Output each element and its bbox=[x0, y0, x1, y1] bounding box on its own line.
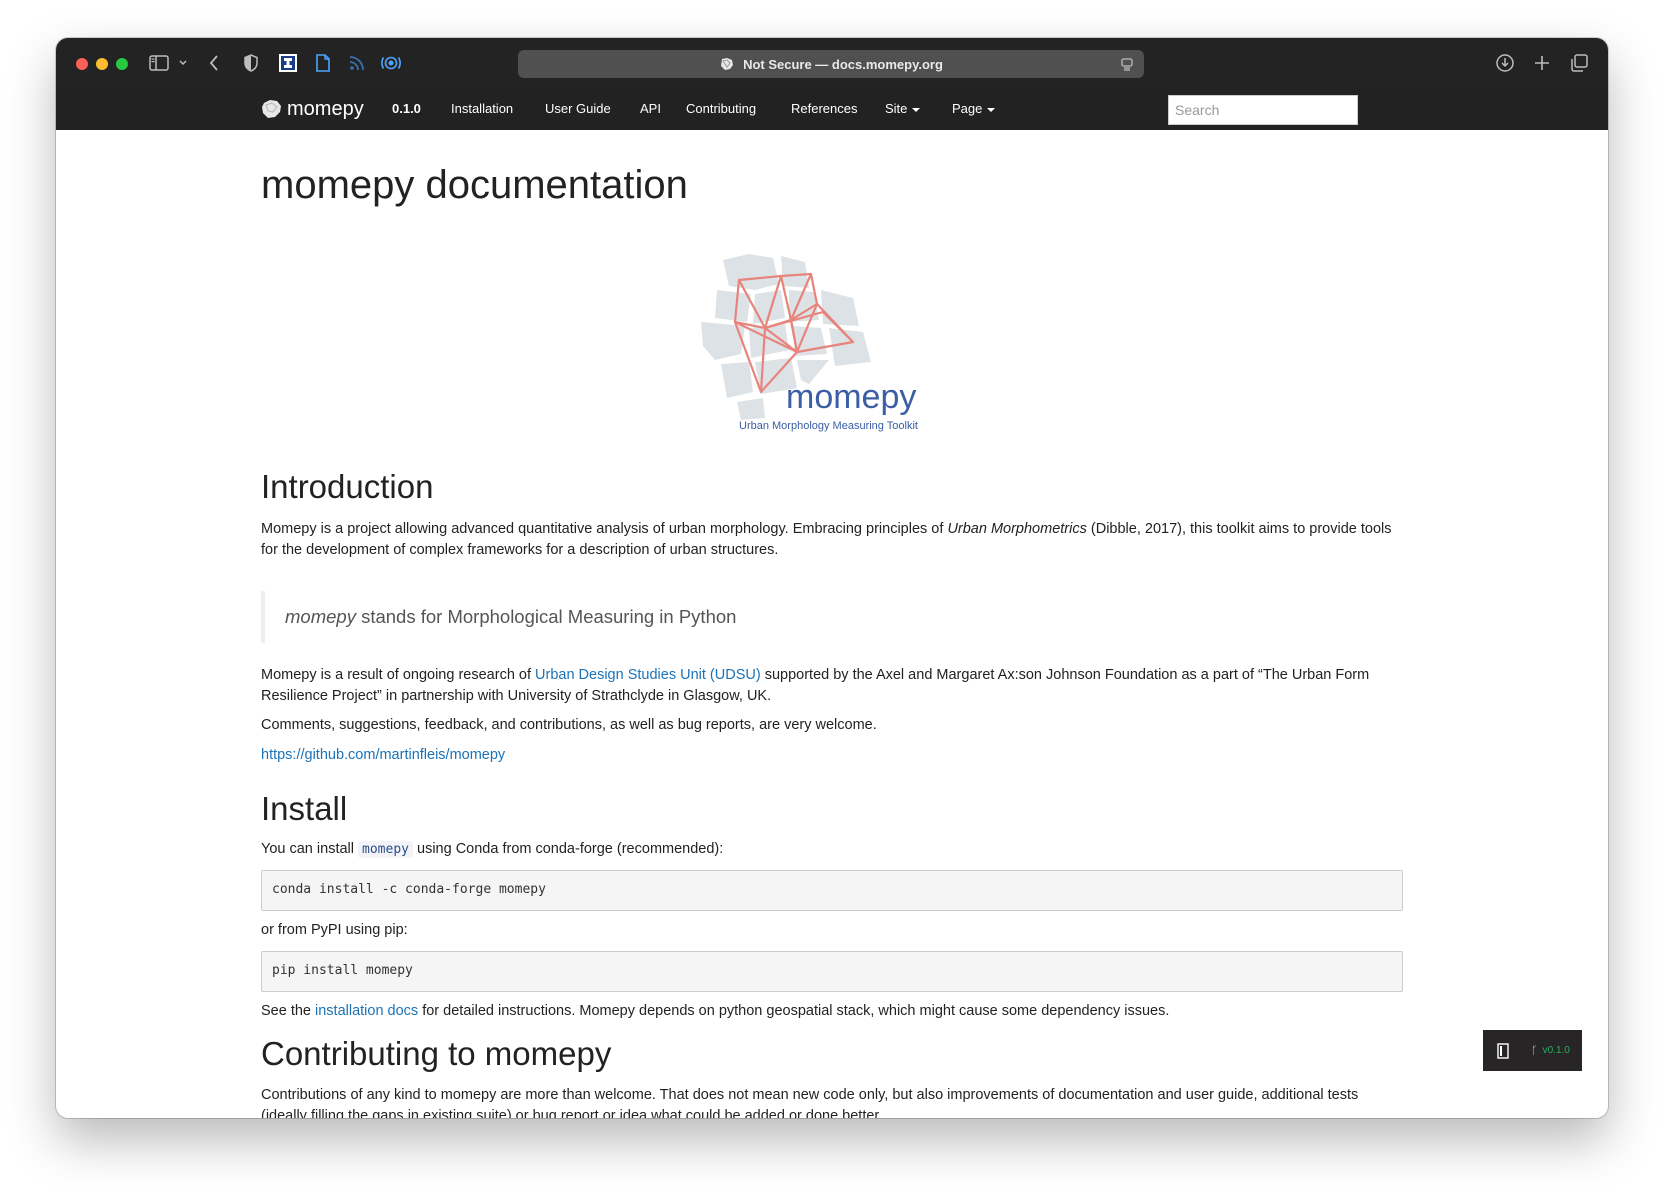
rtd-version-label: v0.1.0 bbox=[1542, 1045, 1570, 1056]
momepy-logo: momepy Urban Morphology Measuring Toolki… bbox=[681, 242, 941, 442]
intro-p1-emphasis: Urban Morphometrics bbox=[947, 521, 1087, 537]
page-title: momepy documentation bbox=[261, 163, 688, 207]
github-repo-link[interactable]: https://github.com/martinfleis/momepy bbox=[261, 747, 505, 763]
document-icon[interactable] bbox=[314, 51, 332, 75]
address-bar[interactable]: Not Secure — docs.momepy.org bbox=[518, 50, 1144, 78]
contributing-heading: Contributing to momepy bbox=[261, 1035, 612, 1072]
search-input[interactable] bbox=[1168, 95, 1358, 125]
intro-p2-text-a: Momepy is a result of ongoing research o… bbox=[261, 667, 536, 683]
pip-install-code[interactable]: pip install momepy bbox=[261, 951, 1403, 992]
sidebar-icon[interactable] bbox=[148, 51, 170, 75]
nav-item-page-label: Page bbox=[952, 101, 983, 116]
install-paragraph-3: See the installation docs for detailed i… bbox=[261, 1001, 1401, 1022]
zoom-window-button[interactable] bbox=[116, 58, 128, 70]
install-p3-text-a: See the bbox=[261, 1003, 316, 1019]
plus-icon[interactable] bbox=[1532, 51, 1552, 75]
back-icon[interactable] bbox=[206, 51, 222, 75]
tabs-icon[interactable] bbox=[1568, 51, 1590, 75]
download-icon[interactable] bbox=[1494, 51, 1516, 75]
logo-tagline: Urban Morphology Measuring Toolkit bbox=[739, 420, 918, 432]
contributing-paragraph: Contributions of any kind to momepy are … bbox=[261, 1087, 1359, 1118]
nav-item-api[interactable]: API bbox=[640, 101, 661, 116]
browser-window: Not Secure — docs.momepy.org momepy 0.1.… bbox=[56, 38, 1608, 1118]
nav-item-site[interactable]: Site bbox=[885, 101, 921, 116]
book-icon bbox=[1497, 1042, 1509, 1059]
logo-wordmark: momepy bbox=[786, 378, 917, 416]
install-p1-text-a: You can install bbox=[261, 841, 359, 857]
extension-icon[interactable] bbox=[278, 51, 298, 75]
installation-docs-link[interactable]: installation docs bbox=[315, 1003, 418, 1019]
install-paragraph-1: You can install momepy using Conda from … bbox=[261, 839, 1401, 860]
install-p1-text-b: using Conda from conda-forge (recommende… bbox=[412, 841, 724, 857]
momepy-logo-icon bbox=[261, 99, 283, 119]
version-label[interactable]: 0.1.0 bbox=[392, 101, 421, 116]
blockquote-emphasis: momepy bbox=[285, 606, 356, 627]
site-navbar: momepy 0.1.0 Installation User Guide API… bbox=[56, 88, 1608, 130]
brand-text: momepy bbox=[287, 97, 364, 120]
intro-paragraph-3: Comments, suggestions, feedback, and con… bbox=[261, 717, 877, 733]
intro-blockquote: momepy stands for Morphological Measurin… bbox=[261, 591, 1401, 643]
branch-icon: ᚴ bbox=[1531, 1044, 1538, 1057]
caret-down-icon bbox=[912, 107, 921, 112]
inline-code-momepy: momepy bbox=[358, 841, 413, 858]
main-content: momepy documentation momepy Urban Morpho… bbox=[261, 130, 1403, 1118]
blockquote-text: stands for Morphological Measuring in Py… bbox=[355, 606, 737, 627]
chevron-down-icon[interactable] bbox=[176, 51, 190, 75]
broadcast-icon[interactable] bbox=[380, 51, 402, 75]
nav-item-contributing[interactable]: Contributing bbox=[686, 101, 756, 116]
intro-paragraph-1: Momepy is a project allowing advanced qu… bbox=[261, 519, 1401, 561]
reader-icon[interactable] bbox=[1120, 57, 1134, 74]
nav-item-user-guide[interactable]: User Guide bbox=[545, 101, 611, 116]
udsu-link[interactable]: Urban Design Studies Unit (UDSU) bbox=[535, 667, 761, 683]
nav-item-installation[interactable]: Installation bbox=[451, 101, 513, 116]
install-heading: Install bbox=[261, 790, 348, 827]
minimize-window-button[interactable] bbox=[96, 58, 108, 70]
nav-item-references[interactable]: References bbox=[791, 101, 857, 116]
site-favicon-icon bbox=[719, 57, 735, 71]
url-text: Not Secure — docs.momepy.org bbox=[743, 56, 943, 72]
rss-icon[interactable] bbox=[348, 51, 366, 75]
repo-paragraph: https://github.com/martinfleis/momepy bbox=[261, 745, 1401, 766]
brand-link[interactable]: momepy bbox=[261, 94, 364, 124]
conda-install-code[interactable]: conda install -c conda-forge momepy bbox=[261, 870, 1403, 911]
rtd-version-badge[interactable]: ᚴ v0.1.0 bbox=[1483, 1030, 1582, 1071]
browser-toolbar: Not Secure — docs.momepy.org bbox=[56, 38, 1608, 88]
install-paragraph-2: or from PyPI using pip: bbox=[261, 922, 408, 938]
close-window-button[interactable] bbox=[76, 58, 88, 70]
intro-p1-text-a: Momepy is a project allowing advanced qu… bbox=[261, 521, 948, 537]
nav-item-site-label: Site bbox=[885, 101, 908, 116]
install-p3-text-b: for detailed instructions. Momepy depend… bbox=[418, 1003, 1170, 1019]
shield-icon[interactable] bbox=[242, 51, 260, 75]
caret-down-icon bbox=[987, 107, 996, 112]
introduction-heading: Introduction bbox=[261, 468, 434, 505]
nav-item-page[interactable]: Page bbox=[952, 101, 996, 116]
intro-paragraph-2: Momepy is a result of ongoing research o… bbox=[261, 665, 1401, 707]
